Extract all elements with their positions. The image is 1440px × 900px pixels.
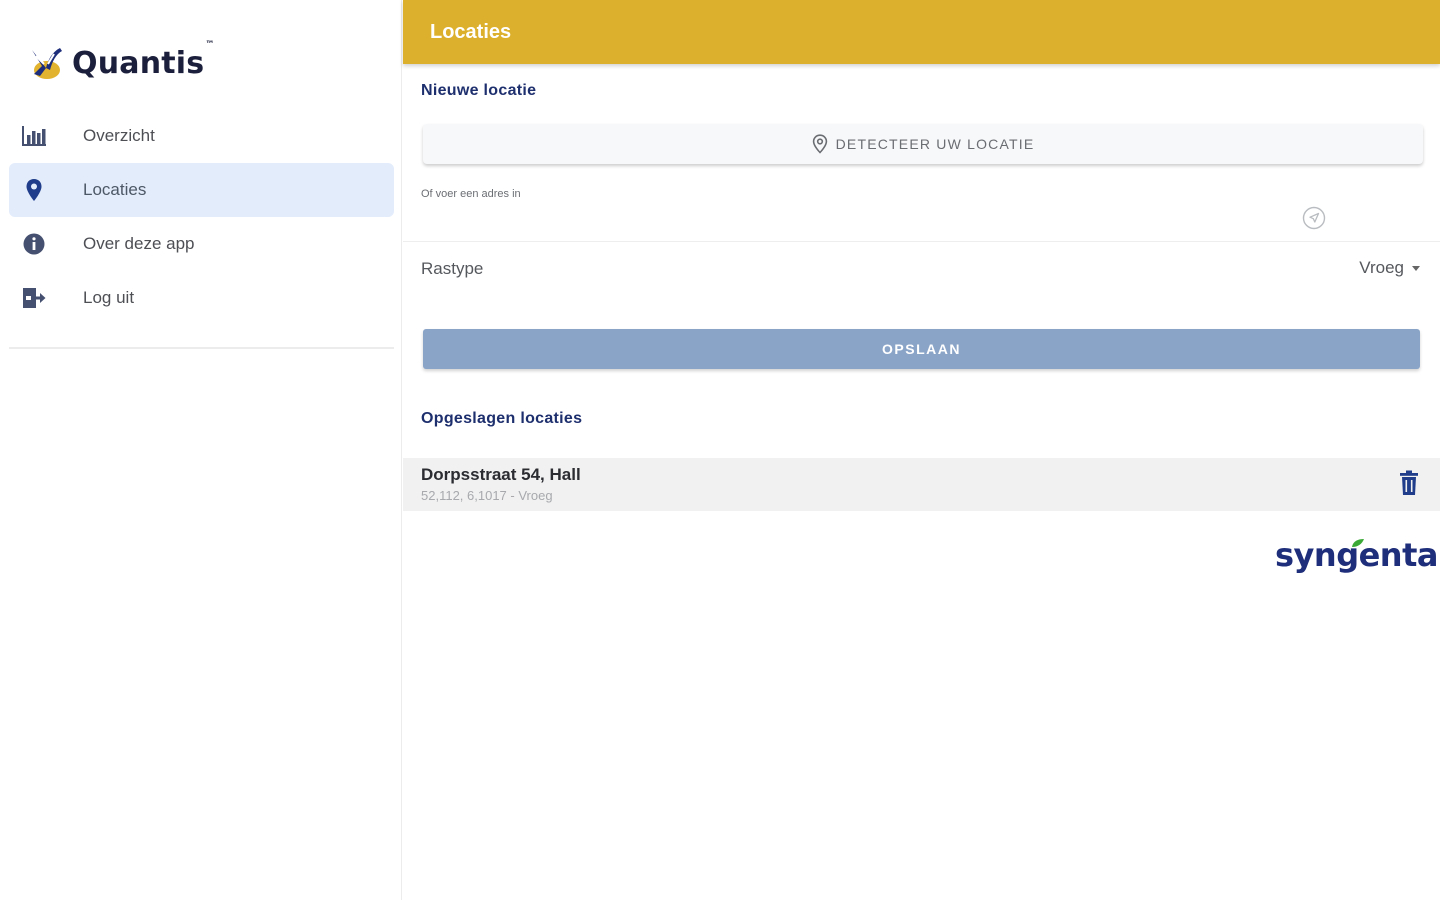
rastype-label: Rastype (421, 259, 484, 278)
sidebar-nav: Overzicht Locaties Over deze app Log uit (9, 109, 394, 325)
section-title-new-location: Nieuwe locatie (421, 82, 537, 99)
sidebar-item-over[interactable]: Over deze app (9, 217, 394, 271)
sidebar-item-overzicht[interactable]: Overzicht (9, 109, 394, 163)
leaf-icon (1352, 539, 1364, 547)
syngenta-logo: syngenta (1275, 536, 1438, 586)
rastype-value: Vroeg (1359, 258, 1404, 277)
sidebar-item-label: Overzicht (83, 126, 155, 145)
quantis-logo-text: Quantis™ (72, 39, 215, 81)
sidebar-item-label: Log uit (83, 288, 135, 307)
sidebar-item-logout[interactable]: Log uit (9, 271, 394, 325)
address-input[interactable] (421, 204, 1301, 232)
sidebar-item-locaties[interactable]: Locaties (9, 163, 394, 217)
trash-icon[interactable] (1398, 470, 1420, 496)
rastype-select[interactable]: Vroeg (1359, 258, 1420, 278)
location-subtitle: 52,112, 6,1017 - Vroeg (421, 488, 553, 503)
map-pin-outline-icon (812, 134, 827, 154)
navigate-icon[interactable] (1302, 206, 1326, 230)
sidebar-divider (9, 347, 394, 349)
logout-icon (21, 285, 47, 311)
sidebar-item-label: Locaties (83, 180, 147, 199)
chevron-down-icon (1412, 265, 1420, 271)
list-item[interactable]: Dorpsstraat 54, Hall 52,112, 6,1017 - Vr… (403, 458, 1440, 511)
info-icon (21, 231, 47, 257)
bar-chart-icon (21, 123, 47, 149)
address-label: Of voer een adres in (421, 188, 521, 200)
page-title: Locaties (430, 20, 512, 43)
location-title: Dorpsstraat 54, Hall (421, 465, 581, 484)
app-root: Quantis™ Overzicht Locaties Over deze ap… (0, 0, 1440, 900)
section-title-saved-locations: Opgeslagen locaties (421, 410, 583, 427)
main-content: Locaties Nieuwe locatie DETECTEER UW LOC… (403, 0, 1440, 900)
quantis-logo: Quantis™ (26, 39, 215, 84)
app-header: Locaties (403, 0, 1440, 64)
quantis-logo-icon (32, 48, 62, 79)
detect-location-button[interactable]: DETECTEER UW LOCATIE (423, 124, 1423, 164)
map-pin-icon (21, 177, 47, 203)
divider (403, 241, 1440, 242)
sidebar: Quantis™ Overzicht Locaties Over deze ap… (0, 0, 402, 900)
sidebar-item-label: Over deze app (83, 234, 195, 253)
save-button-label: OPSLAAN (882, 341, 961, 357)
save-button[interactable]: OPSLAAN (423, 329, 1420, 369)
detect-location-label: DETECTEER UW LOCATIE (835, 136, 1035, 152)
